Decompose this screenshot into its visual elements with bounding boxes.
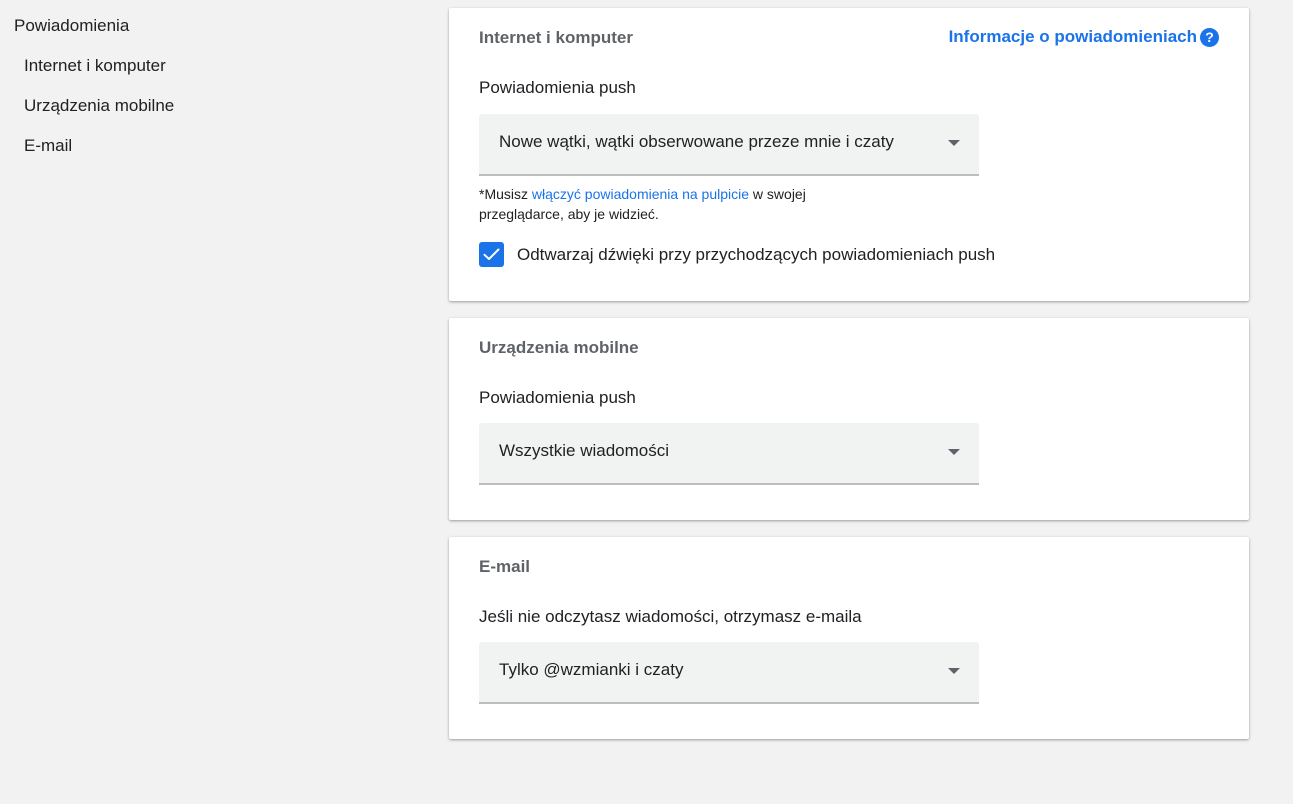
note-prefix: *Musisz (479, 186, 532, 202)
desktop-notification-note: *Musisz włączyć powiadomienia na pulpici… (479, 184, 859, 224)
desktop-card-title: Internet i komputer (479, 28, 633, 47)
notification-settings-page: Powiadomienia Internet i komputer Urządz… (0, 0, 1293, 804)
notification-info-link[interactable]: Informacje o powiadomieniach ? (949, 27, 1219, 47)
email-card: E-mail Jeśli nie odczytasz wiadomości, o… (449, 537, 1249, 739)
desktop-card: Internet i komputer Informacje o powiado… (449, 8, 1249, 301)
desktop-push-select-value: Nowe wątki, wątki obserwowane przeze mni… (499, 132, 894, 151)
email-select[interactable]: Tylko @wzmianki i czaty (479, 642, 979, 704)
desktop-push-select[interactable]: Nowe wątki, wątki obserwowane przeze mni… (479, 114, 979, 176)
email-label: Jeśli nie odczytasz wiadomości, otrzymas… (479, 607, 862, 626)
notification-info-link-text: Informacje o powiadomieniach (948, 27, 1197, 46)
nav-item-email[interactable]: E-mail (24, 136, 72, 156)
mobile-push-label: Powiadomienia push (479, 388, 636, 407)
email-card-title: E-mail (479, 557, 531, 576)
mobile-push-select[interactable]: Wszystkie wiadomości (479, 423, 979, 485)
email-select-value: Tylko @wzmianki i czaty (499, 660, 684, 679)
checkmark-icon (483, 248, 500, 260)
mobile-card: Urządzenia mobilne Powiadomienia push Ws… (449, 318, 1249, 520)
enable-desktop-notifications-link[interactable]: włączyć powiadomienia na pulpicie (532, 186, 749, 202)
nav-title: Powiadomienia (14, 16, 130, 35)
dropdown-arrow-icon (948, 449, 960, 455)
sound-checkbox-label: Odtwarzaj dźwięki przy przychodzących po… (517, 244, 996, 264)
sound-option-row: Odtwarzaj dźwięki przy przychodzących po… (479, 242, 995, 267)
desktop-push-label: Powiadomienia push (479, 78, 636, 97)
dropdown-arrow-icon (948, 668, 960, 674)
mobile-card-title: Urządzenia mobilne (479, 338, 639, 357)
help-icon: ? (1200, 27, 1219, 47)
nav-item-mobile[interactable]: Urządzenia mobilne (24, 96, 174, 116)
nav-item-desktop[interactable]: Internet i komputer (24, 56, 166, 76)
dropdown-arrow-icon (948, 140, 960, 146)
mobile-push-select-value: Wszystkie wiadomości (499, 441, 670, 460)
sound-checkbox[interactable] (479, 242, 504, 267)
